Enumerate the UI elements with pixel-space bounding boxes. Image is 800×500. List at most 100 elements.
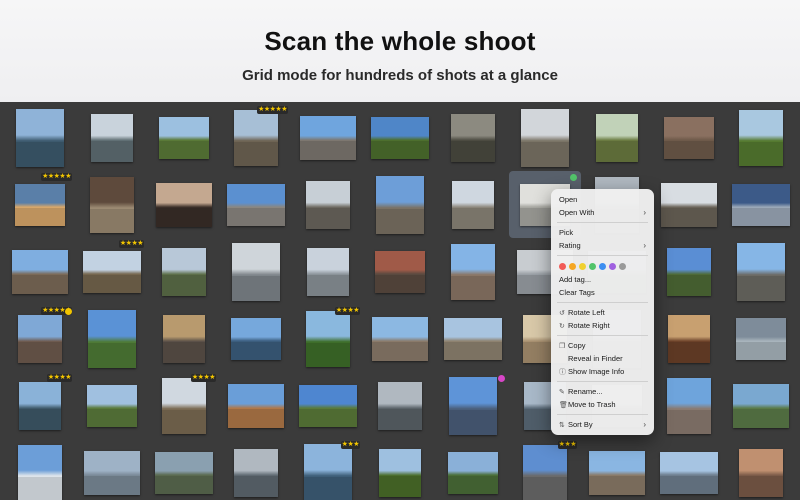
photo-hill-clouds[interactable]: [87, 384, 137, 427]
grid-cell[interactable]: [725, 238, 797, 305]
grid-cell[interactable]: [292, 104, 364, 171]
grid-cell[interactable]: ★★★★: [292, 305, 364, 372]
photo-green-field[interactable]: [159, 116, 209, 159]
grid-cell[interactable]: [725, 305, 797, 372]
grid-cell[interactable]: [653, 305, 725, 372]
grid-cell[interactable]: [437, 171, 509, 238]
grid-cell[interactable]: [4, 238, 76, 305]
photo-ceiling-interior[interactable]: [90, 176, 134, 233]
photo-rocky-coast[interactable]: [18, 314, 62, 363]
photo-evening-sea[interactable]: [732, 183, 790, 226]
color-label-option[interactable]: [589, 262, 596, 270]
grid-cell[interactable]: [437, 305, 509, 372]
grid-cell[interactable]: [220, 238, 292, 305]
grid-cell[interactable]: [653, 372, 725, 439]
grid-cell[interactable]: [653, 238, 725, 305]
photo-dusk-water[interactable]: [84, 450, 140, 495]
photo-manor-garden[interactable]: [299, 384, 357, 427]
menu-item-sort-by[interactable]: ⇅ Sort By ›: [551, 418, 654, 431]
grid-cell[interactable]: ★★★★★: [4, 305, 76, 372]
grid-cell[interactable]: [437, 439, 509, 500]
photo-town-square[interactable]: [589, 450, 645, 495]
photo-stone-ruins[interactable]: [162, 377, 206, 434]
grid-cell[interactable]: [364, 439, 436, 500]
grid-cell[interactable]: ★★★★★: [4, 171, 76, 238]
photo-golden-hall[interactable]: [163, 314, 205, 363]
photo-garden-house[interactable]: [371, 116, 429, 159]
grid-cell[interactable]: ★★★★: [148, 372, 220, 439]
menu-item-rating[interactable]: Rating ›: [551, 239, 654, 252]
photo-winter-tree[interactable]: [449, 376, 497, 435]
photo-blue-sky-yard[interactable]: [667, 247, 711, 296]
color-label-option[interactable]: [599, 262, 606, 270]
grid-cell[interactable]: [437, 104, 509, 171]
photo-apartment-block[interactable]: [737, 242, 785, 301]
grid-cell[interactable]: [364, 238, 436, 305]
color-label-option[interactable]: [579, 262, 586, 270]
photo-dark-trees[interactable]: [156, 182, 212, 227]
photo-old-building[interactable]: [452, 180, 494, 229]
photo-waterfall-garden[interactable]: [448, 451, 498, 494]
color-label-option[interactable]: [619, 262, 626, 270]
photo-pier-lake[interactable]: [307, 247, 349, 296]
photo-bare-trees-square[interactable]: [306, 180, 350, 229]
grid-cell[interactable]: [437, 238, 509, 305]
grid-cell[interactable]: [364, 372, 436, 439]
grid-cell[interactable]: [292, 238, 364, 305]
grid-cell[interactable]: [364, 171, 436, 238]
grid-cell[interactable]: ★★★★: [76, 238, 148, 305]
photo-grid[interactable]: ★★★★★ ★★★★★ ★★★★ ★★★★★ ★★★★ ★★★★ ★★★★ ★★★ ★★★: [0, 102, 800, 500]
grid-cell[interactable]: ★★★: [292, 439, 364, 500]
grid-cell[interactable]: [653, 439, 725, 500]
grid-cell[interactable]: [364, 104, 436, 171]
grid-cell[interactable]: [653, 171, 725, 238]
photo-autumn-coast[interactable]: [739, 448, 783, 497]
grid-cell[interactable]: ★★★★★: [220, 104, 292, 171]
grid-cell[interactable]: [148, 171, 220, 238]
photo-green-hill[interactable]: [379, 448, 421, 497]
grid-cell[interactable]: [76, 372, 148, 439]
grid-cell[interactable]: [220, 439, 292, 500]
photo-park-bushes[interactable]: [306, 310, 350, 367]
menu-item-rotate-right[interactable]: ↻ Rotate Right: [551, 319, 654, 332]
photo-rowboat[interactable]: [19, 381, 61, 430]
grid-cell[interactable]: [220, 372, 292, 439]
photo-lake-pier[interactable]: [16, 108, 64, 167]
photo-statue-park[interactable]: [521, 108, 569, 167]
color-label-option[interactable]: [609, 262, 616, 270]
menu-item-copy[interactable]: ❐ Copy: [551, 339, 654, 352]
grid-cell[interactable]: [4, 104, 76, 171]
photo-cobbled-street[interactable]: [444, 317, 502, 360]
grid-cell[interactable]: [725, 372, 797, 439]
menu-item-open[interactable]: Open: [551, 193, 654, 206]
menu-item-open-with[interactable]: Open With ›: [551, 206, 654, 219]
menu-item-rotate-left[interactable]: ↺ Rotate Left: [551, 306, 654, 319]
photo-red-facade[interactable]: [375, 250, 425, 293]
grid-cell[interactable]: [76, 171, 148, 238]
photo-green-yard[interactable]: [739, 109, 783, 166]
grid-cell[interactable]: [437, 372, 509, 439]
grid-cell[interactable]: [4, 439, 76, 500]
photo-sunset-sea[interactable]: [15, 183, 65, 226]
photo-harbor-boats[interactable]: [523, 444, 567, 500]
photo-harbor-sunset[interactable]: [234, 448, 278, 497]
grid-cell[interactable]: [364, 305, 436, 372]
photo-meadow-clouds[interactable]: [88, 309, 136, 368]
photo-tree-path[interactable]: [596, 113, 638, 162]
photo-church-spire[interactable]: [667, 377, 711, 434]
photo-white-house[interactable]: [227, 183, 285, 226]
photo-village-street[interactable]: [12, 249, 68, 294]
photo-island-lake[interactable]: [304, 443, 352, 500]
photo-grey-harbor[interactable]: [232, 242, 280, 301]
grid-cell[interactable]: ★★★★: [4, 372, 76, 439]
grid-cell[interactable]: [725, 104, 797, 171]
photo-shop-street[interactable]: [451, 243, 495, 300]
photo-lake-clouds[interactable]: [231, 317, 281, 360]
grid-cell[interactable]: [76, 305, 148, 372]
grid-cell[interactable]: ★★★: [509, 439, 581, 500]
grid-cell[interactable]: [76, 439, 148, 500]
color-label-option[interactable]: [559, 262, 566, 270]
grid-cell[interactable]: [581, 104, 653, 171]
photo-model-railway[interactable]: [451, 113, 495, 162]
grid-cell[interactable]: [292, 372, 364, 439]
